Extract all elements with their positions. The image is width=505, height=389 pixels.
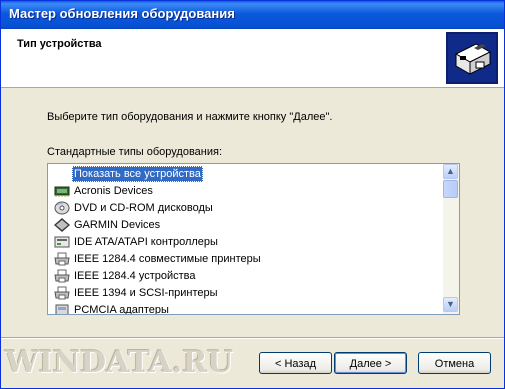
list-item-acronis[interactable]: Acronis Devices	[48, 183, 441, 199]
window-title: Мастер обновления оборудования	[9, 6, 235, 21]
chevron-up-icon: ▲	[446, 166, 455, 176]
list-item-ide-ata[interactable]: IDE ATA/ATAPI контроллеры	[48, 234, 441, 250]
list-item-label: Acronis Devices	[74, 185, 153, 197]
list-item-ieee1284-printers[interactable]: IEEE 1284.4 совместимые принтеры	[48, 251, 441, 267]
watermark: WINDATA.RU	[5, 345, 234, 380]
chevron-down-icon: ▼	[446, 299, 455, 309]
pcmcia-icon	[55, 304, 69, 314]
list-item-label: IDE ATA/ATAPI контроллеры	[74, 236, 218, 248]
list-item-dvd-cdrom[interactable]: DVD и CD-ROM дисководы	[48, 200, 441, 216]
chip-icon	[54, 186, 70, 197]
hardware-types-listbox[interactable]: Показать все устройства Acronis Devices …	[47, 163, 460, 315]
ide-controller-icon	[54, 236, 70, 248]
back-button[interactable]: < Назад	[259, 352, 332, 374]
page-title: Тип устройства	[17, 38, 102, 50]
next-button[interactable]: Далее >	[334, 352, 407, 374]
cdrom-icon	[54, 201, 70, 215]
list-item-label: DVD и CD-ROM дисководы	[74, 202, 213, 214]
hardware-types-label: Стандартные типы оборудования:	[47, 146, 223, 158]
list-item-label: Показать все устройства	[72, 166, 203, 182]
list-item-label: IEEE 1284.4 устройства	[74, 270, 196, 282]
list-item-ieee1284-devices[interactable]: IEEE 1284.4 устройства	[48, 268, 441, 284]
title-bar[interactable]: Мастер обновления оборудования	[1, 1, 504, 29]
printer-icon	[54, 269, 70, 283]
hardware-wizard-icon	[446, 32, 498, 84]
list-item-pcmcia[interactable]: PCMCIA адаптеры	[48, 302, 441, 315]
list-item-ieee1394-scsi[interactable]: IEEE 1394 и SCSI-принтеры	[48, 285, 441, 301]
scroll-down-button[interactable]: ▼	[443, 297, 458, 312]
list-item-garmin[interactable]: GARMIN Devices	[48, 217, 441, 233]
diamond-icon	[54, 218, 70, 232]
list-item-label: GARMIN Devices	[74, 219, 161, 231]
list-item-show-all[interactable]: Показать все устройства	[48, 166, 441, 182]
scroll-up-button[interactable]: ▲	[443, 164, 458, 179]
list-item-label: IEEE 1394 и SCSI-принтеры	[74, 287, 218, 299]
wizard-window: Мастер обновления оборудования Тип устро…	[0, 0, 505, 389]
printer-icon	[54, 286, 70, 300]
footer-separator	[1, 337, 504, 339]
listbox-scrollbar[interactable]: ▲ ▼	[443, 164, 459, 314]
cancel-button[interactable]: Отмена	[418, 352, 491, 374]
list-item-label: PCMCIA адаптеры	[74, 304, 169, 315]
wizard-header: Тип устройства	[1, 29, 504, 88]
list-item-label: IEEE 1284.4 совместимые принтеры	[74, 253, 261, 265]
scroll-thumb[interactable]	[443, 180, 458, 198]
printer-icon	[54, 252, 70, 266]
instruction-text: Выберите тип оборудования и нажмите кноп…	[47, 111, 333, 123]
